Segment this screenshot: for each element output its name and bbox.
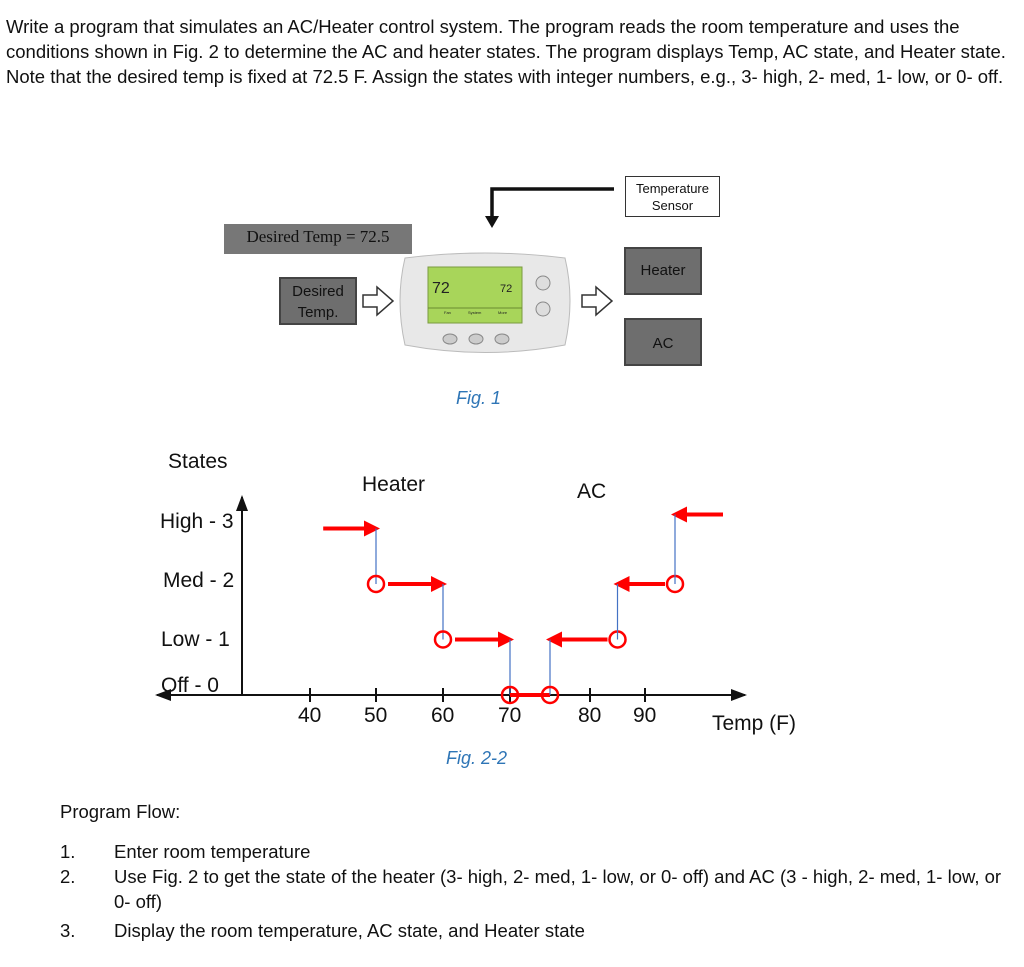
program-flow-title: Program Flow:: [60, 801, 181, 822]
flow-item: 2. Use Fig. 2 to get the state of the hea…: [60, 864, 1010, 914]
item-text: Display the room temperature, AC state, …: [114, 920, 585, 941]
item-text: Use Fig. 2 to get the state of the heate…: [114, 866, 1002, 912]
flow-item: 3. Display the room temperature, AC state…: [60, 918, 1010, 943]
item-number: 2.: [60, 866, 76, 887]
item-text: Enter room temperature: [114, 841, 311, 862]
flow-item: 1. Enter room temperature: [60, 839, 1010, 864]
fig2-caption: Fig. 2-2: [446, 748, 508, 768]
item-number: 1.: [60, 841, 76, 862]
state-chart: [155, 495, 747, 705]
program-flow-list: 1. Enter room temperature 2. Use Fig. 2 to…: [60, 839, 1010, 943]
item-number: 3.: [60, 920, 76, 941]
